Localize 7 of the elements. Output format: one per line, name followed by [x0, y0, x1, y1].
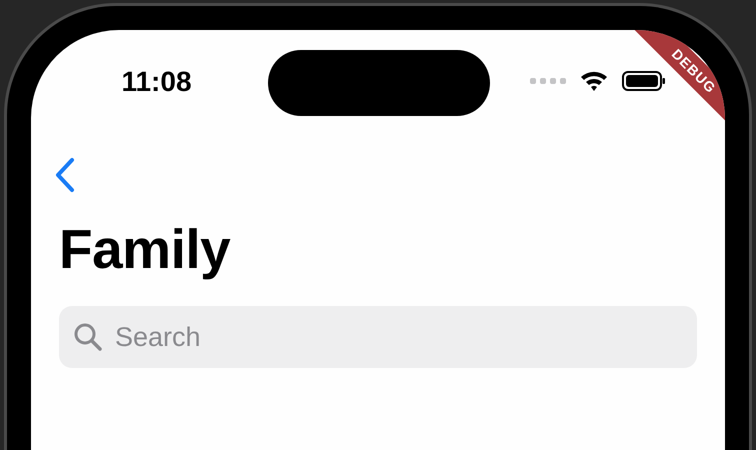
status-time: 11:08	[121, 65, 192, 99]
signal-icon	[530, 77, 566, 85]
wifi-icon	[580, 70, 608, 92]
search-field[interactable]: Search	[59, 306, 697, 368]
page-title: Family	[59, 217, 232, 282]
battery-icon	[622, 70, 666, 92]
search-icon	[73, 322, 103, 352]
